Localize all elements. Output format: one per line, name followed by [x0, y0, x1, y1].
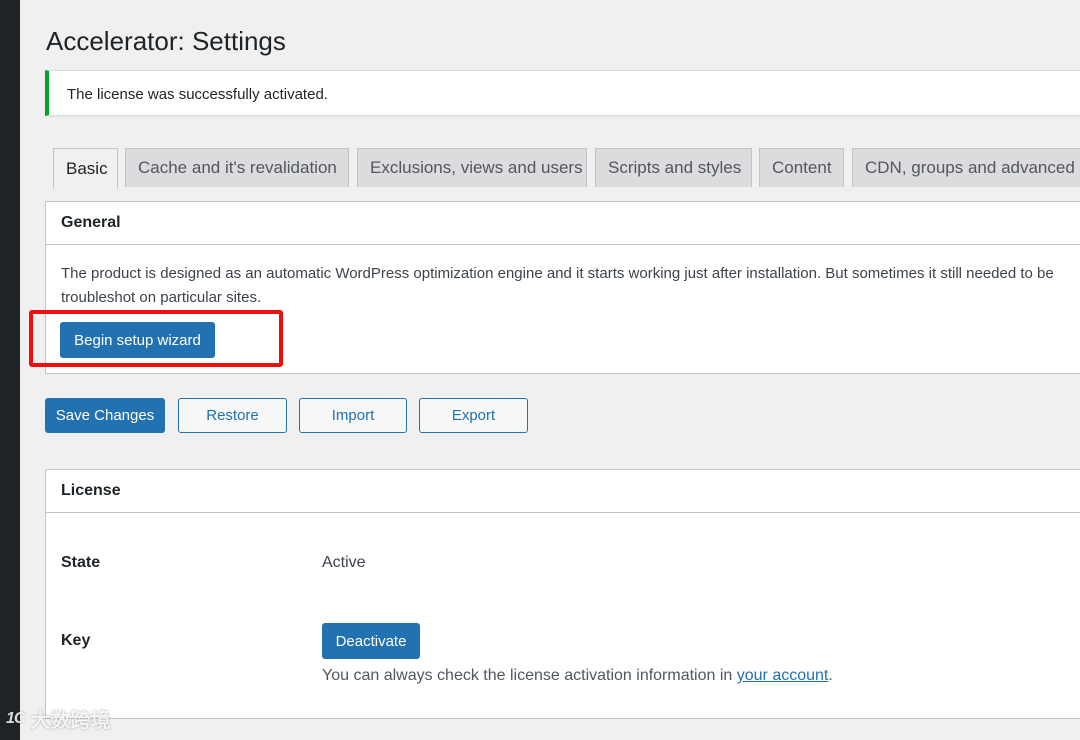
tab-label: CDN, groups and advanced — [865, 158, 1075, 177]
tab-label: Basic — [66, 159, 108, 178]
notice-text: The license was successfully activated. — [67, 86, 328, 103]
settings-tabs: Basic Cache and it's revalidation Exclus… — [53, 148, 1080, 189]
tab-cdn[interactable]: CDN, groups and advanced — [852, 148, 1080, 187]
tab-label: Content — [772, 158, 832, 177]
watermark: 1C 大数跨境 — [6, 704, 110, 733]
watermark-logo-icon: 1C — [6, 709, 25, 727]
help-suffix: . — [828, 667, 833, 684]
key-label: Key — [61, 632, 91, 649]
your-account-link[interactable]: your account — [737, 667, 829, 684]
license-panel: License State Active Key Deactivate You … — [45, 469, 1080, 719]
license-help-text: You can always check the license activat… — [322, 667, 833, 685]
settings-wrap: Accelerator: Settings The license was su… — [20, 0, 1080, 740]
restore-button[interactable]: Restore — [178, 398, 287, 433]
state-label: State — [61, 554, 101, 571]
tab-label: Exclusions, views and users — [370, 158, 583, 177]
import-button[interactable]: Import — [299, 398, 407, 433]
state-value: Active — [322, 554, 366, 571]
general-heading: General — [46, 202, 1080, 245]
tab-exclusions[interactable]: Exclusions, views and users — [357, 148, 587, 187]
highlight-annotation — [29, 310, 283, 367]
watermark-text: 大数跨境 — [30, 710, 111, 732]
tab-label: Cache and it's revalidation — [138, 158, 337, 177]
tab-scripts[interactable]: Scripts and styles — [595, 148, 752, 187]
tab-label: Scripts and styles — [608, 158, 742, 177]
tab-basic[interactable]: Basic — [53, 148, 118, 189]
page-title: Accelerator: Settings — [46, 26, 286, 56]
help-prefix: You can always check the license activat… — [322, 667, 737, 684]
tab-content[interactable]: Content — [759, 148, 844, 187]
save-changes-button[interactable]: Save Changes — [45, 398, 165, 433]
success-notice: The license was successfully activated. — [45, 70, 1080, 116]
export-button[interactable]: Export — [419, 398, 528, 433]
general-description: The product is designed as an automatic … — [61, 265, 1054, 306]
deactivate-button[interactable]: Deactivate — [322, 623, 420, 659]
admin-sidebar-edge — [0, 0, 20, 740]
tab-cache[interactable]: Cache and it's revalidation — [125, 148, 349, 187]
license-heading: License — [46, 470, 1080, 513]
